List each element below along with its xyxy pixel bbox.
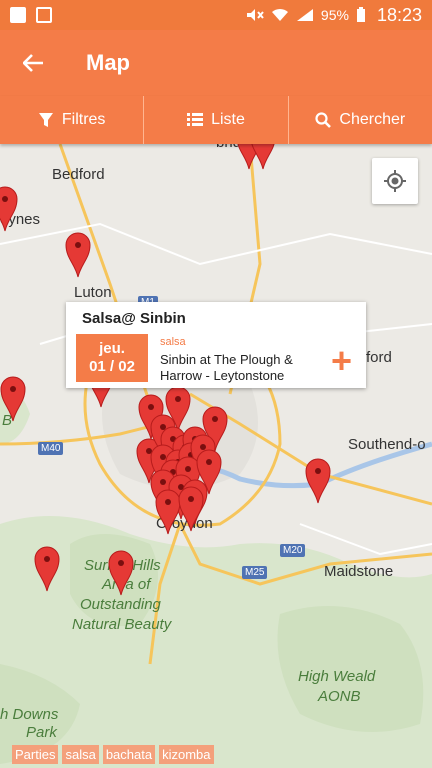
- popup-date: jeu. 01 / 02: [76, 334, 148, 382]
- filter-icon: [38, 113, 53, 127]
- map-label-southend: Southend-o: [348, 436, 426, 453]
- mute-icon: [246, 9, 264, 21]
- list-icon: [187, 113, 204, 126]
- map-label-downs-1: h Downs: [0, 706, 59, 723]
- road-m25: M25: [242, 566, 268, 579]
- my-location-button[interactable]: [372, 158, 418, 204]
- battery-icon: [356, 7, 365, 22]
- page-title: Map: [86, 50, 130, 75]
- tag-kizomba[interactable]: kizomba: [159, 745, 214, 764]
- road-m20: M20: [280, 544, 306, 557]
- event-popup[interactable]: Salsa@ Sinbin jeu. 01 / 02 salsa Sinbin …: [66, 302, 366, 388]
- map-pin[interactable]: [250, 144, 276, 170]
- map-label-aonb-2: Outstanding: [80, 596, 161, 613]
- wifi-icon: [271, 8, 288, 21]
- list-button[interactable]: Liste: [144, 96, 289, 144]
- popup-date-day: jeu.: [99, 340, 125, 357]
- map-label-high-weald-2: AONB: [318, 688, 361, 705]
- search-label: Chercher: [339, 111, 406, 128]
- map-label-maidstone: Maidstone: [324, 563, 394, 580]
- map-pin[interactable]: [0, 186, 18, 232]
- status-bar: 95% 18:23: [0, 0, 432, 30]
- battery-percent: 95%: [320, 7, 349, 23]
- map-pin[interactable]: [305, 458, 331, 504]
- app-bar: Map: [0, 30, 432, 96]
- map-label-downs-2: Park: [26, 724, 57, 741]
- filters-label: Filtres: [61, 111, 106, 128]
- clock: 18:23: [376, 4, 422, 25]
- add-event-button[interactable]: +: [331, 343, 352, 379]
- map-view[interactable]: Bedford eynes Luton ford Southend-o Croy…: [0, 144, 432, 768]
- popup-title: Salsa@ Sinbin: [82, 310, 186, 327]
- map-label-ford: ford: [366, 349, 392, 366]
- signal-icon: [296, 9, 313, 21]
- popup-venue: Sinbin at The Plough & Harrow - Leytonst…: [160, 352, 293, 383]
- map-label-high-weald-1: High Weald: [298, 668, 376, 685]
- tag-bar: Parties salsa bachata kizomba: [12, 745, 214, 764]
- map-pin[interactable]: [108, 550, 134, 596]
- map-pin[interactable]: [178, 486, 204, 532]
- tag-parties[interactable]: Parties: [12, 745, 59, 764]
- toolbar: Filtres Liste Chercher: [0, 96, 432, 144]
- map-label-bedford: Bedford: [52, 166, 105, 183]
- map-label-luton: Luton: [74, 284, 112, 301]
- filters-button[interactable]: Filtres: [0, 96, 145, 144]
- popup-category: salsa: [160, 336, 186, 348]
- search-icon: [315, 112, 332, 128]
- road-m40: M40: [38, 442, 64, 455]
- map-pin[interactable]: [34, 546, 60, 592]
- crosshair-icon: [384, 170, 406, 192]
- tag-salsa[interactable]: salsa: [62, 745, 99, 764]
- image-notification-icon: [36, 7, 52, 23]
- search-button[interactable]: Chercher: [289, 96, 432, 144]
- tag-bachata[interactable]: bachata: [102, 745, 156, 764]
- list-label: Liste: [211, 111, 245, 128]
- back-button[interactable]: [0, 30, 66, 96]
- facebook-notification-icon: [10, 7, 26, 23]
- map-pin[interactable]: [65, 232, 91, 278]
- map-pin[interactable]: [0, 376, 26, 422]
- arrow-left-icon: [23, 54, 43, 72]
- map-label-aonb-3: Natural Beauty: [72, 616, 172, 633]
- popup-date-value: 01 / 02: [89, 358, 135, 375]
